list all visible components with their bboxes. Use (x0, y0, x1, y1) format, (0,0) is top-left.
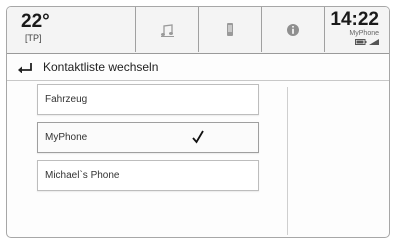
battery-icon (355, 39, 367, 45)
list-item-label: Michael`s Phone (45, 170, 120, 181)
temperature-value: 22° (21, 11, 50, 32)
list-item-fahrzeug[interactable]: Fahrzeug (37, 84, 259, 115)
list-item-label: Fahrzeug (45, 94, 88, 105)
connected-phone-name: MyPhone (349, 30, 379, 37)
phone-status-icons (309, 39, 379, 45)
traffic-program-indicator: [TP] (25, 33, 42, 43)
clock-time: 14:22 (330, 9, 379, 30)
clock-area: 14:22 MyPhone (309, 10, 379, 45)
list-item-label: MyPhone (45, 132, 88, 143)
title-bar: Kontaktliste wechseln (7, 54, 389, 80)
screen-frame: 22° [TP] 14:22 MyPhone Kontaktliste wech… (6, 6, 390, 238)
panel-divider (287, 87, 288, 235)
temperature-display: 22° [TP] (21, 12, 73, 44)
title-divider (7, 80, 389, 81)
tab-phone[interactable] (198, 7, 261, 52)
status-header: 22° [TP] 14:22 MyPhone (7, 7, 389, 54)
checkmark-icon (192, 130, 204, 144)
signal-strength-icon (369, 39, 379, 45)
info-icon (287, 23, 299, 36)
tab-audio[interactable] (135, 7, 198, 52)
page-title: Kontaktliste wechseln (43, 60, 159, 74)
list-item-michaels-phone[interactable]: Michael`s Phone (37, 160, 259, 191)
contact-list-options: Fahrzeug MyPhone Michael`s Phone (37, 84, 259, 198)
back-button[interactable] (15, 58, 35, 76)
music-note-icon (161, 23, 174, 37)
tab-bar (135, 7, 325, 53)
phone-icon (227, 22, 233, 36)
back-arrow-icon (18, 63, 32, 73)
list-item-myphone[interactable]: MyPhone (37, 122, 259, 153)
